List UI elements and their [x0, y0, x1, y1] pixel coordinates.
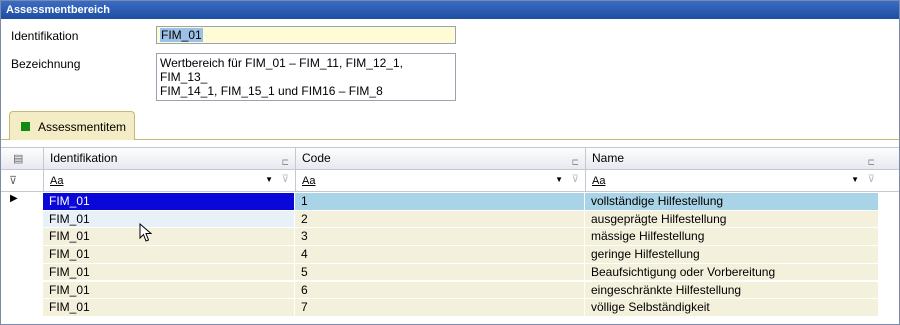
cell-name[interactable]: eingeschränkte Hilfestellung — [585, 281, 878, 300]
identifikation-value: FIM_01 — [160, 28, 203, 42]
column-header-code[interactable]: Code ⊏ — [295, 148, 585, 170]
cell-identifikation[interactable]: FIM_01 — [43, 263, 294, 282]
chevron-down-icon[interactable]: ▼ — [851, 170, 859, 190]
cell-code[interactable]: 3 — [295, 228, 584, 247]
table-row[interactable]: FIM_01 4 geringe Hilfestellung — [1, 246, 881, 264]
cell-name[interactable]: mässige Hilfestellung — [585, 228, 878, 247]
table-row[interactable]: FIM_01 7 völlige Selbständigkeit — [1, 299, 881, 317]
green-square-icon — [21, 122, 30, 131]
column-chooser-icon[interactable]: ▤ — [13, 152, 23, 165]
current-row-arrow-icon: ▶ — [10, 193, 18, 204]
filter-icon[interactable]: ⊽ — [9, 174, 17, 187]
cell-code[interactable]: 6 — [295, 281, 584, 300]
assessmentbereich-window: Assessmentbereich Identifikation FIM_01 … — [0, 0, 900, 325]
table-row[interactable]: FIM_01 2 ausgeprägte Hilfestellung — [1, 210, 881, 229]
cell-identifikation[interactable]: FIM_01 — [43, 299, 294, 317]
chevron-down-icon[interactable]: ▼ — [555, 170, 563, 190]
tab-divider — [1, 139, 899, 140]
cell-code[interactable]: 2 — [295, 210, 584, 229]
cell-identifikation[interactable]: FIM_01 — [43, 210, 294, 229]
table-row[interactable]: FIM_01 3 mässige Hilfestellung — [1, 228, 881, 247]
assessmentitem-grid: ▤ Identifikation ⊏ Code ⊏ Name ⊏ ⊽ Aa ▼ … — [1, 147, 899, 317]
cell-identifikation[interactable]: FIM_01 — [43, 281, 294, 300]
filter-operator: Aa — [592, 175, 606, 187]
pin-icon[interactable]: ⊏ — [867, 152, 875, 172]
cell-name[interactable]: vollständige Hilfestellung — [585, 193, 878, 211]
filter-cell-identifikation[interactable]: Aa ▼ ⊽ — [43, 170, 295, 192]
filter-cell-name[interactable]: Aa ▼ ⊽ — [585, 170, 881, 192]
grid-header: ▤ Identifikation ⊏ Code ⊏ Name ⊏ — [1, 148, 899, 170]
cell-name[interactable]: völlige Selbständigkeit — [585, 299, 878, 317]
column-header-identifikation[interactable]: Identifikation ⊏ — [43, 148, 295, 170]
table-row[interactable]: FIM_01 6 eingeschränkte Hilfestellung — [1, 281, 881, 300]
cell-code[interactable]: 4 — [295, 246, 584, 264]
clear-filter-icon[interactable]: ⊽ — [282, 170, 289, 190]
pin-icon[interactable]: ⊏ — [571, 152, 579, 172]
cell-name[interactable]: geringe Hilfestellung — [585, 246, 878, 264]
filter-operator: Aa — [302, 175, 316, 187]
bezeichnung-label: Bezeichnung — [11, 57, 81, 71]
cell-identifikation[interactable]: FIM_01 — [43, 246, 294, 264]
cell-code[interactable]: 5 — [295, 263, 584, 282]
chevron-down-icon[interactable]: ▼ — [265, 170, 273, 190]
identifikation-field[interactable]: FIM_01 — [156, 26, 456, 44]
filter-cell-code[interactable]: Aa ▼ ⊽ — [295, 170, 585, 192]
clear-filter-icon[interactable]: ⊽ — [868, 170, 875, 190]
cell-identifikation[interactable]: FIM_01 — [43, 193, 294, 211]
column-label: Name — [592, 151, 625, 165]
pin-icon[interactable]: ⊏ — [281, 152, 289, 172]
filter-row: ⊽ Aa ▼ ⊽ Aa ▼ ⊽ Aa ▼ ⊽ — [1, 170, 899, 192]
filter-operator: Aa — [50, 175, 64, 187]
identifikation-label: Identifikation — [11, 29, 79, 43]
tab-label: Assessmentitem — [38, 120, 127, 134]
table-row[interactable]: FIM_01 5 Beaufsichtigung oder Vorbereitu… — [1, 263, 881, 282]
cell-code[interactable]: 1 — [295, 193, 584, 211]
column-label: Identifikation — [50, 151, 118, 165]
cell-code[interactable]: 7 — [295, 299, 584, 317]
column-header-name[interactable]: Name ⊏ — [585, 148, 881, 170]
bezeichnung-field[interactable]: Wertbereich für FIM_01 – FIM_11, FIM_12_… — [156, 53, 456, 101]
mouse-pointer-icon — [139, 223, 153, 242]
clear-filter-icon[interactable]: ⊽ — [572, 170, 579, 190]
cell-name[interactable]: ausgeprägte Hilfestellung — [585, 210, 878, 229]
window-title: Assessmentbereich — [1, 1, 899, 19]
tab-assessmentitem[interactable]: Assessmentitem — [9, 111, 135, 140]
table-row[interactable]: ▶ FIM_01 1 vollständige Hilfestellung — [1, 193, 881, 211]
column-label: Code — [302, 151, 331, 165]
cell-name[interactable]: Beaufsichtigung oder Vorbereitung — [585, 263, 878, 282]
cell-identifikation[interactable]: FIM_01 — [43, 228, 294, 247]
